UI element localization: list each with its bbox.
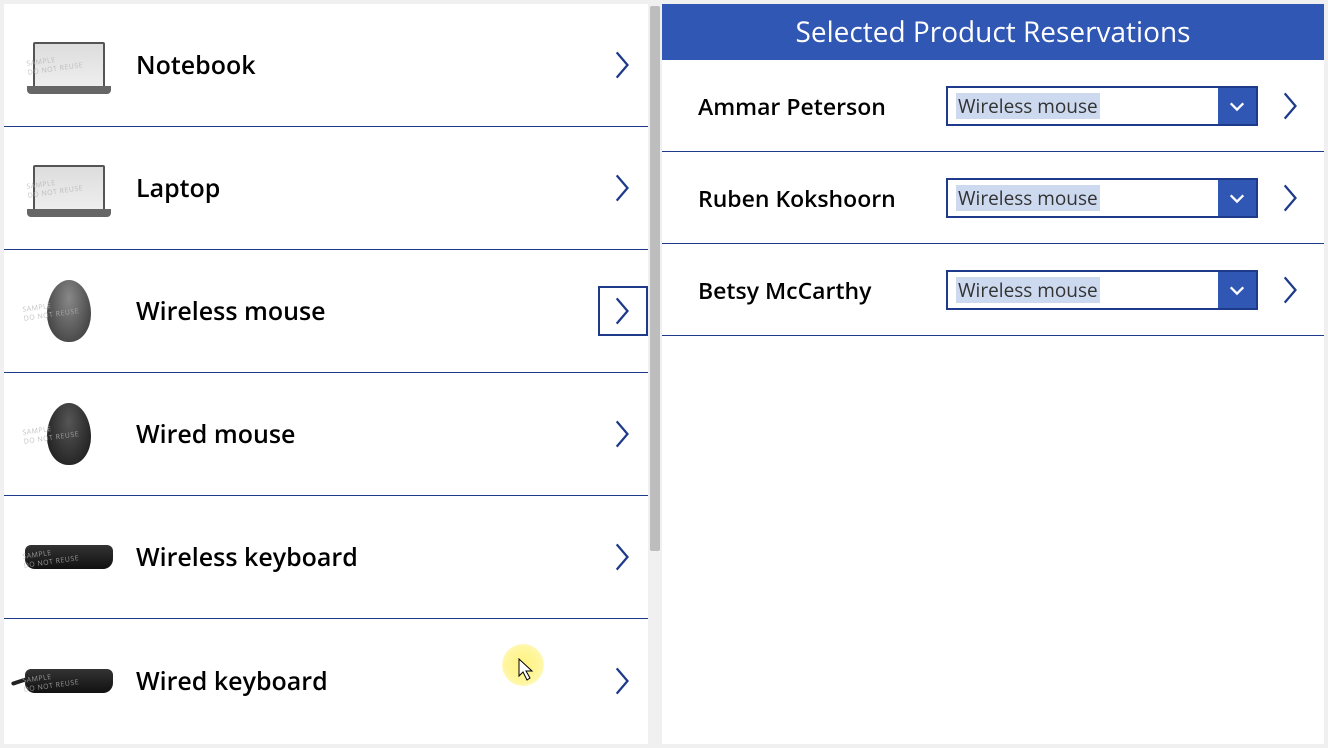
product-label: Wireless keyboard [136,540,608,574]
chevron-right-icon[interactable] [1276,90,1306,122]
product-row-wired-mouse[interactable]: SAMPLEDO NOT REUSE Wired mouse [4,373,648,496]
chevron-right-icon [608,49,638,81]
product-label: Wireless mouse [136,294,638,328]
reservation-row: Ammar Peterson Wireless mouse [662,60,1324,152]
product-thumb-notebook: SAMPLEDO NOT REUSE [22,26,116,104]
product-select[interactable]: Wireless mouse [946,86,1258,126]
chevron-right-icon[interactable] [1276,182,1306,214]
product-thumb-wired-mouse: SAMPLEDO NOT REUSE [22,395,116,473]
reservation-name: Betsy McCarthy [698,274,928,306]
chevron-down-icon[interactable] [1218,180,1256,216]
chevron-right-icon [608,418,638,450]
chevron-right-icon-selected [598,286,648,336]
product-thumb-laptop: SAMPLEDO NOT REUSE [22,149,116,227]
chevron-right-icon [608,172,638,204]
product-row-wireless-mouse[interactable]: SAMPLEDO NOT REUSE Wireless mouse [4,250,648,373]
product-select-value: Wireless mouse [948,88,1218,124]
chevron-right-icon [608,665,638,697]
product-thumb-wired-keyboard: SAMPLEDO NOT REUSE [22,642,116,720]
product-select-value: Wireless mouse [948,180,1218,216]
product-select-value: Wireless mouse [948,272,1218,308]
chevron-down-icon[interactable] [1218,272,1256,308]
product-select[interactable]: Wireless mouse [946,270,1258,310]
product-row-wired-keyboard[interactable]: SAMPLEDO NOT REUSE Wired keyboard [4,619,648,742]
product-label: Wired mouse [136,417,608,451]
reservation-name: Ruben Kokshoorn [698,182,928,214]
product-label: Wired keyboard [136,664,608,698]
reservations-panel: Selected Product Reservations Ammar Pete… [662,4,1324,744]
chevron-right-icon [608,541,638,573]
reservation-row: Ruben Kokshoorn Wireless mouse [662,152,1324,244]
product-row-notebook[interactable]: SAMPLEDO NOT REUSE Notebook [4,4,648,127]
vertical-scrollbar[interactable] [648,4,662,744]
chevron-down-icon[interactable] [1218,88,1256,124]
reservations-header: Selected Product Reservations [662,4,1324,60]
reservation-name: Ammar Peterson [698,90,928,122]
chevron-right-icon[interactable] [1276,274,1306,306]
product-label: Laptop [136,171,608,205]
product-row-wireless-keyboard[interactable]: SAMPLEDO NOT REUSE Wireless keyboard [4,496,648,619]
product-thumb-wireless-keyboard: SAMPLEDO NOT REUSE [22,518,116,596]
scrollbar-thumb[interactable] [650,6,660,551]
product-row-laptop[interactable]: SAMPLEDO NOT REUSE Laptop [4,127,648,250]
product-thumb-wireless-mouse: SAMPLEDO NOT REUSE [22,272,116,350]
product-list-panel: SAMPLEDO NOT REUSE Notebook SAMPLEDO NOT… [4,4,648,744]
product-label: Notebook [136,48,608,82]
reservation-row: Betsy McCarthy Wireless mouse [662,244,1324,336]
product-select[interactable]: Wireless mouse [946,178,1258,218]
